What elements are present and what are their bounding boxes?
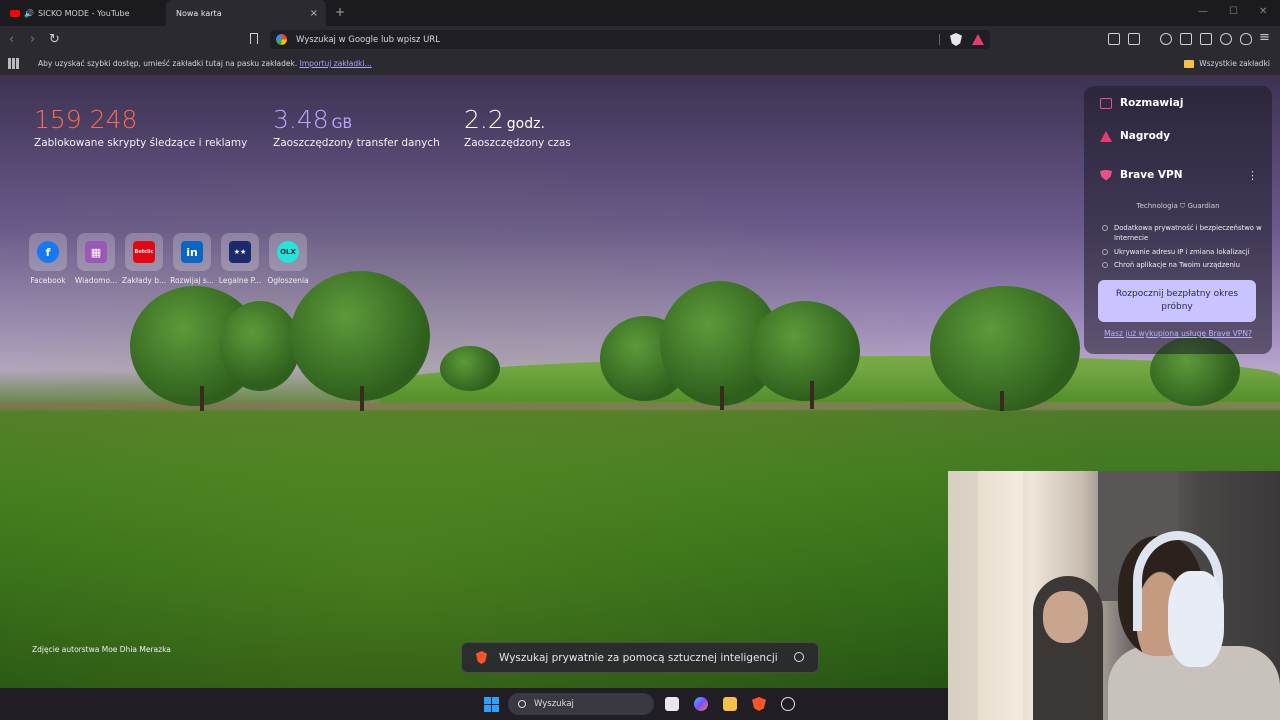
top-site-facebook[interactable]: f Facebook — [25, 233, 71, 285]
brave-shields-icon[interactable] — [950, 33, 962, 46]
music-icon[interactable] — [1160, 33, 1172, 45]
tree — [440, 346, 500, 391]
import-bookmarks-link[interactable]: Importuj zakładki... — [300, 59, 372, 68]
minimize-button[interactable]: — — [1198, 6, 1208, 17]
new-tab-button[interactable]: + — [335, 5, 345, 19]
tab-title: Nowa karta — [176, 8, 222, 18]
feature-item: Ukrywanie adresu IP i zmiana lokalizacji — [1102, 247, 1262, 257]
youtube-icon — [10, 9, 20, 17]
tree-trunk — [720, 386, 724, 410]
tree — [220, 301, 300, 391]
check-icon — [1102, 249, 1108, 255]
steelseries-icon[interactable] — [781, 697, 795, 711]
close-tab-icon[interactable]: × — [310, 8, 318, 19]
bookmark-icon[interactable] — [250, 33, 258, 44]
extensions-icon[interactable] — [1108, 33, 1120, 45]
vpn-title: Brave VPN — [1100, 169, 1183, 181]
bookmarks-hint: Aby uzyskać szybki dostęp, umieść zakład… — [38, 59, 372, 68]
back-icon[interactable]: ‹ — [9, 32, 14, 47]
taskbar-search[interactable]: Wyszukaj — [508, 693, 654, 715]
rewards-link[interactable]: Nagrody — [1100, 130, 1170, 142]
chat-link[interactable]: Rozmawiaj — [1100, 97, 1183, 109]
facebook-icon: f — [37, 241, 59, 263]
tree — [930, 286, 1080, 411]
toolbar: ‹ › ↻ Wyszukaj w Google lub wpisz URL ≡ — [0, 26, 1280, 53]
tab-title: SICKO MODE - YouTube — [37, 8, 130, 18]
olx-icon: OLX — [277, 241, 299, 263]
tree-trunk — [200, 386, 204, 411]
folder-icon — [1184, 59, 1195, 68]
rewards-icon — [1100, 130, 1112, 142]
check-icon — [1102, 225, 1108, 231]
divider — [939, 34, 940, 45]
tree-trunk — [360, 386, 364, 411]
screenshot-icon[interactable] — [1128, 33, 1140, 45]
top-site-betclic[interactable]: Betclic Zakłady b... — [121, 233, 167, 285]
video-chat-icon — [1100, 97, 1112, 109]
tree — [750, 301, 860, 401]
tree-trunk — [1000, 391, 1004, 411]
tab-strip: 🔊 SICKO MODE - YouTube Nowa karta × + — … — [0, 0, 1280, 26]
legalne-icon: ★★ — [229, 241, 251, 263]
feature-item: Dodatkowa prywatność i bezpieczeństwo w … — [1102, 223, 1262, 243]
tab-new-tab[interactable]: Nowa karta × — [166, 0, 326, 26]
stat-time: 2.2 godz. Zaoszczędzony czas — [464, 105, 571, 149]
top-site-legalne[interactable]: ★★ Legalne P... — [217, 233, 263, 285]
close-window-button[interactable]: ✕ — [1259, 6, 1267, 17]
brave-rewards-icon[interactable] — [972, 34, 984, 45]
copilot-icon[interactable] — [694, 697, 708, 711]
guardian-tech-label: Technologia ⛉ Guardian — [1136, 202, 1220, 210]
forward-icon[interactable]: › — [30, 32, 35, 47]
menu-icon[interactable]: ≡ — [1259, 30, 1270, 45]
browser-window: 🔊 SICKO MODE - YouTube Nowa karta × + — … — [0, 0, 1280, 720]
task-view-icon[interactable] — [665, 697, 679, 711]
tree-trunk — [810, 381, 814, 409]
headset-earcup — [1168, 571, 1224, 667]
brave-logo-icon — [476, 651, 487, 664]
webcam-overlay — [948, 471, 1280, 720]
background-person-head — [1043, 591, 1088, 643]
search-icon[interactable] — [794, 652, 804, 662]
speaker-icon[interactable]: 🔊 — [24, 9, 34, 18]
apps-grid-icon[interactable] — [8, 58, 19, 69]
start-trial-button[interactable]: Rozpocznij bezpłatny okres próbny — [1098, 280, 1256, 322]
ai-search-input[interactable]: Wyszukaj prywatnie za pomocą sztucznej i… — [499, 652, 778, 664]
file-explorer-icon[interactable] — [723, 697, 737, 711]
top-site-wiadomosci[interactable]: ▦ Wiadomo... — [73, 233, 119, 285]
feature-item: Chroń aplikacje na Twoim urządzeniu — [1102, 260, 1262, 270]
top-site-linkedin[interactable]: in Rozwijaj s... — [169, 233, 215, 285]
news-icon: ▦ — [85, 241, 107, 263]
shield-icon — [1100, 169, 1112, 181]
search-icon — [518, 700, 526, 708]
check-icon — [1102, 262, 1108, 268]
door — [978, 471, 1023, 720]
google-icon — [276, 34, 287, 45]
betclic-icon: Betclic — [133, 241, 155, 263]
already-purchased-link[interactable]: Masz już wykupioną usługę Brave VPN? — [1084, 329, 1272, 338]
address-bar[interactable]: Wyszukaj w Google lub wpisz URL — [270, 30, 990, 49]
ai-search-box[interactable]: Wyszukaj prywatnie za pomocą sztucznej i… — [461, 642, 819, 673]
address-input[interactable]: Wyszukaj w Google lub wpisz URL — [296, 35, 440, 45]
taskbar — [0, 688, 948, 720]
leo-ai-icon[interactable] — [1220, 33, 1232, 45]
windows-start-icon[interactable] — [484, 697, 499, 712]
stat-blocked: 159 248 Zablokowane skrypty śledzące i r… — [34, 105, 248, 149]
wallet-icon[interactable] — [1200, 33, 1212, 45]
stat-bandwidth: 3.48 GB Zaoszczędzony transfer danych — [273, 105, 440, 149]
maximize-button[interactable]: ☐ — [1229, 6, 1238, 17]
vpn-icon[interactable] — [1240, 33, 1252, 45]
reload-icon[interactable]: ↻ — [49, 32, 60, 47]
sidebar-icon[interactable] — [1180, 33, 1192, 45]
tab-youtube[interactable]: 🔊 SICKO MODE - YouTube — [0, 0, 165, 26]
bookmarks-bar: Aby uzyskać szybki dostęp, umieść zakład… — [0, 53, 1280, 76]
photo-credit[interactable]: Zdjęcie autorstwa Moe Dhia Merazka — [32, 645, 171, 654]
brave-widget-panel: Rozmawiaj Nagrody Brave VPN ⋮ Technologi… — [1084, 86, 1272, 354]
tree — [290, 271, 430, 401]
all-bookmarks-button[interactable]: Wszystkie zakładki — [1184, 59, 1270, 68]
more-options-icon[interactable]: ⋮ — [1247, 169, 1258, 182]
linkedin-icon: in — [181, 241, 203, 263]
top-site-olx[interactable]: OLX Ogłoszenia — [265, 233, 311, 285]
